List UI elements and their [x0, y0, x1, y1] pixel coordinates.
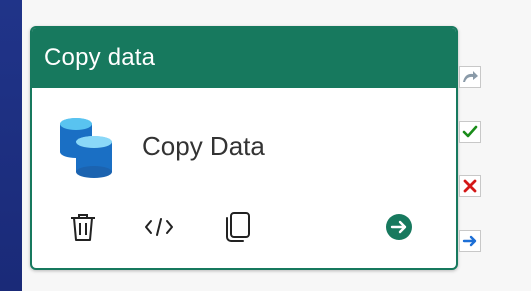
activity-header-title: Copy data: [44, 44, 156, 71]
arrow-right-circle-icon[interactable]: [382, 210, 416, 244]
activity-row: Copy Data: [58, 114, 265, 178]
checkmark-icon[interactable]: [459, 121, 481, 143]
arrow-right-icon[interactable]: [459, 230, 481, 252]
activity-body: Copy Data: [32, 88, 456, 266]
activity-header: Copy data: [32, 28, 456, 88]
activity-action-bar: [66, 210, 416, 244]
x-icon[interactable]: [459, 175, 481, 197]
activity-name: Copy Data: [142, 130, 265, 161]
background-strip: [0, 0, 22, 291]
copy-data-db-icon: [58, 114, 114, 178]
activity-card[interactable]: Copy data Copy Data: [30, 26, 458, 270]
code-icon[interactable]: [142, 210, 176, 244]
copy-icon[interactable]: [220, 210, 254, 244]
skip-arrow-icon[interactable]: [459, 66, 481, 88]
delete-icon[interactable]: [66, 210, 100, 244]
